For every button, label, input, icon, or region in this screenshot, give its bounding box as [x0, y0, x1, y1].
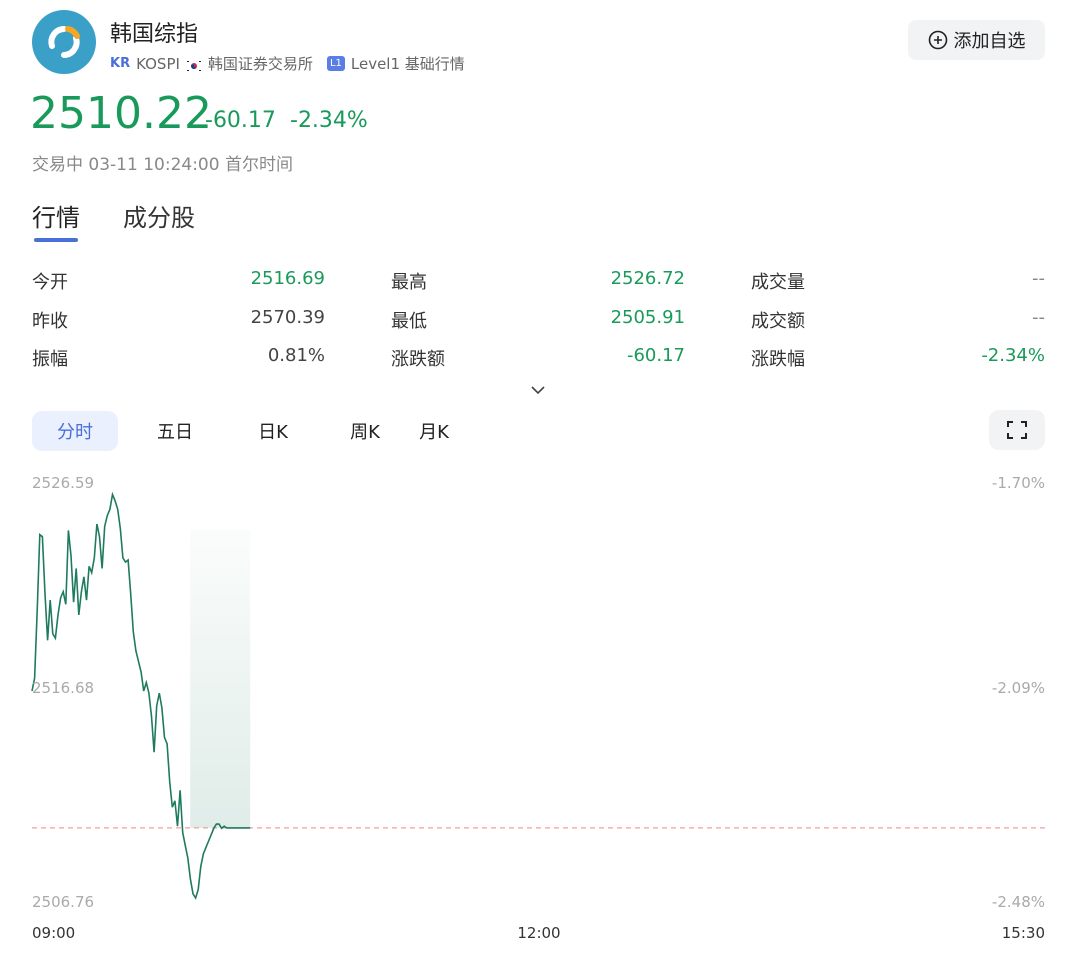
price-change-percent: -2.34% — [290, 108, 368, 133]
current-price: 2510.22 — [30, 88, 212, 139]
stat-value-change-amount: -60.17 — [626, 345, 685, 366]
index-logo — [32, 10, 96, 74]
stat-label-open: 今开 — [32, 272, 68, 293]
x-tick-noon: 12:00 — [517, 924, 560, 942]
stat-value-low: 2505.91 — [610, 307, 685, 328]
period-tab-intraday[interactable]: 分时 — [32, 411, 118, 451]
x-tick-close: 15:30 — [1002, 924, 1045, 942]
period-tab-weekly-k[interactable]: 周K — [334, 411, 396, 451]
exchange-name: 韩国证券交易所 — [207, 55, 313, 73]
stat-value-open: 2516.69 — [250, 268, 325, 289]
active-tab-indicator — [34, 238, 78, 242]
stat-value-amplitude: 0.81% — [267, 345, 325, 366]
stat-label-high: 最高 — [391, 272, 427, 293]
level-badge: L1 — [326, 56, 345, 71]
expand-chevron-down-icon[interactable] — [530, 381, 546, 400]
stat-value-volume: -- — [1032, 268, 1045, 289]
fullscreen-icon — [1007, 421, 1027, 439]
y-tick-left-bottom: 2506.76 — [32, 893, 94, 911]
period-tab-daily-k[interactable]: 日K — [240, 411, 306, 451]
add-watchlist-button[interactable]: 添加自选 — [908, 20, 1045, 60]
stat-label-turnover: 成交额 — [751, 311, 805, 332]
y-tick-left-mid: 2516.68 — [32, 679, 94, 697]
x-tick-open: 09:00 — [32, 924, 75, 942]
stat-label-change-percent: 涨跌幅 — [751, 349, 805, 370]
chart-area-fill — [190, 530, 251, 828]
add-watchlist-label: 添加自选 — [953, 31, 1026, 52]
y-tick-right-top: -1.70% — [992, 474, 1045, 492]
y-tick-right-mid: -2.09% — [992, 679, 1045, 697]
korea-flag-icon — [185, 58, 202, 72]
intraday-chart: 2526.59 2516.68 2506.76 -1.70% -2.09% -2… — [31, 474, 1045, 942]
price-change: -60.17 — [205, 108, 276, 133]
stat-value-high: 2526.72 — [610, 268, 685, 289]
index-title: 韩国综指 — [110, 22, 199, 47]
tab-quote[interactable]: 行情 — [32, 198, 80, 233]
stat-label-change-amount: 涨跌额 — [391, 349, 445, 370]
level-text: Level1 基础行情 — [350, 55, 465, 73]
market-badge: KR — [110, 56, 131, 71]
index-meta: KR KOSPI 韩国证券交易所 L1 Level1 基础行情 — [110, 53, 465, 74]
tab-constituents[interactable]: 成分股 — [123, 198, 195, 233]
y-tick-right-bottom: -2.48% — [992, 893, 1045, 911]
stat-value-change-percent: -2.34% — [981, 345, 1045, 366]
stat-value-prev-close: 2570.39 — [250, 307, 325, 328]
trading-status: 交易中 03-11 10:24:00 首尔时间 — [32, 155, 293, 175]
stat-label-prev-close: 昨收 — [32, 311, 68, 332]
period-tab-5day[interactable]: 五日 — [140, 411, 210, 451]
stat-label-amplitude: 振幅 — [32, 349, 68, 370]
period-tab-monthly-k[interactable]: 月K — [404, 411, 464, 451]
stat-label-volume: 成交量 — [751, 272, 805, 293]
fullscreen-button[interactable] — [989, 410, 1045, 450]
plus-circle-icon — [928, 30, 947, 50]
symbol: KOSPI — [136, 54, 180, 73]
stat-label-low: 最低 — [391, 311, 427, 332]
stat-value-turnover: -- — [1032, 307, 1045, 328]
y-tick-left-top: 2526.59 — [32, 474, 94, 492]
